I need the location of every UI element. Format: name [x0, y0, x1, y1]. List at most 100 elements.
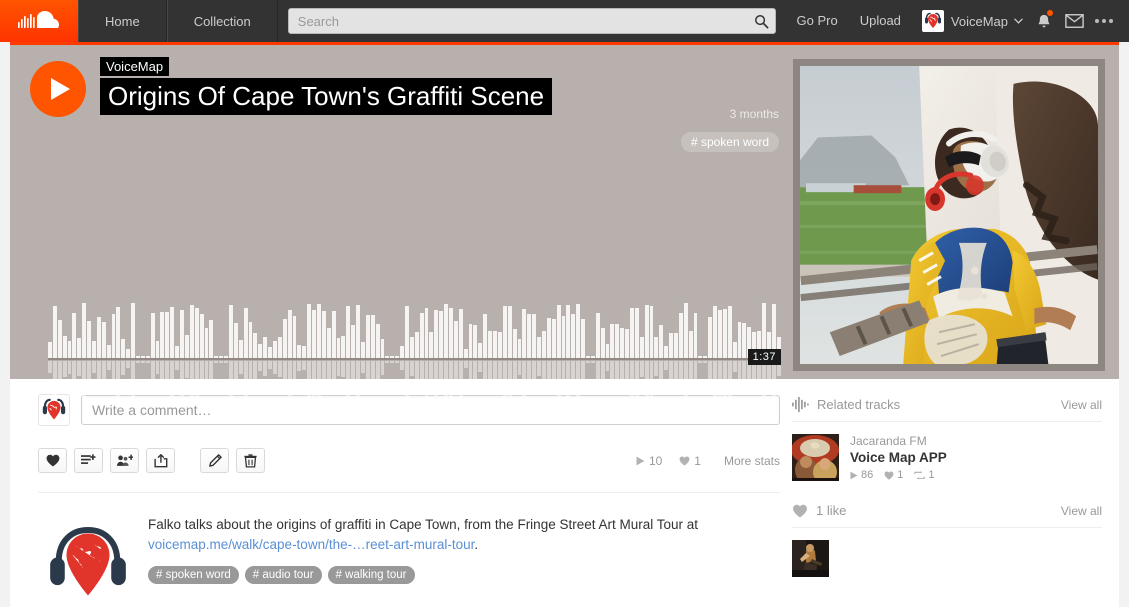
waveform-bar: [517, 361, 522, 375]
waveform-bar: [297, 361, 302, 371]
upload-link[interactable]: Upload: [849, 0, 912, 42]
waveform-bar: [346, 361, 351, 399]
artist-name-chip-wrap: VoiceMap: [100, 57, 552, 76]
waveform-bar: [576, 361, 581, 400]
messages-button[interactable]: [1059, 0, 1089, 42]
waveform-bar: [302, 361, 307, 370]
waveform-bar: [180, 310, 184, 358]
nav-home[interactable]: Home: [78, 0, 167, 42]
magnifier-glyph: [755, 14, 769, 28]
search-icon[interactable]: [752, 11, 772, 31]
waveform-bar: [581, 361, 585, 390]
waveform-bar: [400, 346, 405, 358]
waveform-bar: [140, 361, 145, 363]
waveform-bar: [272, 341, 277, 358]
waveform-bar: [493, 361, 497, 380]
waveform-bar: [209, 320, 214, 358]
waveform-bar: [121, 339, 126, 358]
tag-item[interactable]: # audio tour: [244, 566, 322, 584]
waveform-bar: [493, 331, 497, 358]
waveform-bar: [336, 338, 341, 358]
waveform-bar: [664, 346, 669, 358]
waveform-bar: [458, 309, 463, 358]
description-text-before: Falko talks about the origins of graffit…: [148, 517, 699, 532]
artist-name[interactable]: VoiceMap: [100, 57, 170, 76]
waveform-bar: [321, 361, 326, 395]
go-pro-link[interactable]: Go Pro: [786, 0, 849, 42]
waveform[interactable]: 1:37: [48, 303, 781, 403]
waveform-bar: [292, 316, 297, 358]
waveform-bar: [277, 361, 282, 377]
waveform-bar: [48, 342, 52, 358]
waveform-bar: [409, 361, 414, 376]
waveform-bar: [62, 361, 67, 377]
related-track-user[interactable]: Jacaranda FM: [850, 434, 947, 448]
waveform-bar: [419, 361, 424, 394]
waveform-bar: [77, 361, 82, 376]
like-button[interactable]: [38, 448, 67, 473]
waveform-bar: [517, 339, 522, 358]
top-header: Home Collection Go Pro Upload: [0, 0, 1129, 42]
waveform-bar: [331, 311, 336, 358]
list-item[interactable]: Jacaranda FM Voice Map APP 86 1 1: [792, 434, 1102, 481]
waveform-bar: [82, 303, 87, 358]
waveform-bar: [537, 337, 541, 358]
waveform-bar: [52, 361, 57, 399]
waveform-bar: [321, 311, 326, 358]
description-link[interactable]: voicemap.me/walk/cape-town/the-…reet-art…: [148, 537, 474, 552]
waveform-bar: [307, 304, 312, 358]
tag-item[interactable]: # walking tour: [327, 566, 415, 584]
waveform-bar: [693, 361, 698, 394]
more-menu-button[interactable]: [1089, 0, 1119, 42]
waveform-bar: [341, 361, 346, 377]
waveform-bar: [605, 361, 610, 371]
waveform-bar: [405, 361, 409, 399]
related-repost-count-value: 1: [928, 469, 935, 481]
related-view-all-link[interactable]: View all: [1061, 398, 1102, 412]
waveform-bar: [463, 361, 468, 368]
add-to-playlist-button[interactable]: [74, 448, 103, 473]
waveform-bar: [434, 361, 439, 396]
waveform-bar: [512, 361, 517, 382]
waveform-bar: [522, 309, 527, 358]
more-stats-link[interactable]: More stats: [724, 454, 780, 468]
waveform-bar: [742, 323, 747, 358]
waveform-bar: [351, 361, 356, 385]
play-button[interactable]: [30, 61, 86, 117]
waveform-bar: [204, 361, 209, 383]
user-menu[interactable]: VoiceMap: [912, 10, 1029, 32]
share-to-group-button[interactable]: [110, 448, 139, 473]
repost-icon: [914, 470, 926, 479]
search-input[interactable]: [287, 8, 776, 34]
waveform-bar: [639, 361, 644, 377]
waveform-bar: [444, 361, 449, 400]
waveform-bar: [184, 335, 189, 358]
waveform-bar: [194, 361, 199, 397]
share-button[interactable]: [146, 448, 175, 473]
heart-icon: [792, 504, 808, 518]
tag-list: # spoken word # audio tour # walking tou…: [148, 566, 780, 584]
waveform-bar: [116, 361, 121, 398]
waveform-bar: [326, 361, 331, 383]
related-track-title[interactable]: Voice Map APP: [850, 450, 947, 465]
edit-button[interactable]: [200, 448, 229, 473]
track-title-wrap: Origins Of Cape Town's Graffiti Scene: [100, 76, 553, 115]
waveform-bar: [600, 361, 605, 383]
waveform-bar: [419, 313, 424, 358]
waveform-bar: [527, 361, 532, 393]
waveform-bar: [67, 341, 72, 358]
play-small-icon: [850, 471, 858, 479]
notifications-button[interactable]: [1029, 0, 1059, 42]
tag-item[interactable]: # spoken word: [148, 566, 239, 584]
waveform-bar: [708, 317, 713, 358]
waveform-bar: [566, 305, 571, 358]
soundcloud-logo[interactable]: [0, 0, 78, 42]
genre-tag[interactable]: # spoken word: [680, 132, 779, 152]
waveform-bar: [434, 310, 439, 358]
related-tracks-header: Related tracks View all: [792, 397, 1102, 422]
likes-view-all-link[interactable]: View all: [1061, 504, 1102, 518]
delete-button[interactable]: [236, 448, 265, 473]
waveform-bar: [414, 332, 419, 358]
liker-avatar[interactable]: [792, 540, 829, 577]
nav-collection[interactable]: Collection: [166, 0, 278, 42]
